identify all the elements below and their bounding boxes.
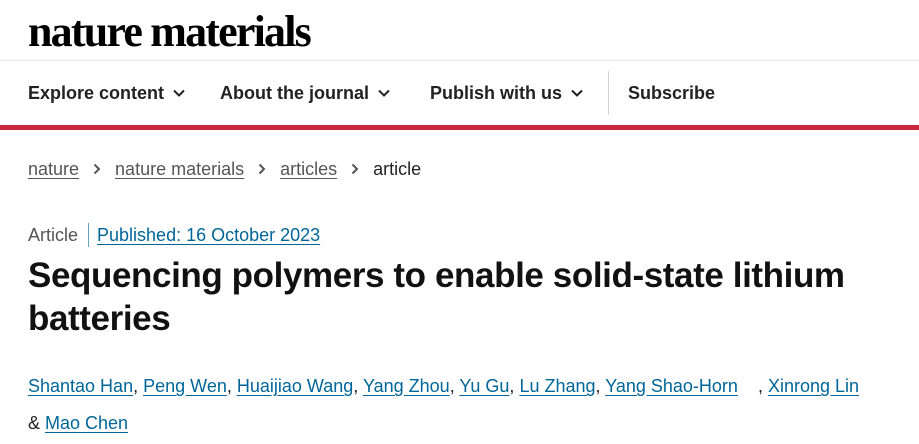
author-separator: , (353, 376, 363, 396)
author-list: Shantao Han, Peng Wen, Huaijiao Wang, Ya… (28, 368, 908, 442)
author-link[interactable]: Yu Gu (459, 376, 509, 396)
author-separator: , (226, 376, 237, 396)
nav-subscribe-label: Subscribe (628, 82, 716, 103)
journal-logo[interactable]: nature materials (28, 6, 312, 58)
article-type: Article (28, 224, 79, 245)
author-conjunction: & (28, 413, 46, 433)
breadcrumb-articles[interactable]: articles (280, 159, 337, 180)
author-link[interactable]: Mao Chen (45, 413, 128, 433)
author-separator: , (509, 376, 520, 396)
nav-publish-with-us-label: Publish with us (430, 82, 563, 103)
nav-publish-with-us[interactable]: Publish with us (430, 61, 584, 125)
article-meta: Article Published: 16 October 2023 (28, 222, 320, 248)
nav-explore-content-label: Explore content (28, 82, 165, 103)
author-link[interactable]: Xinrong Lin (768, 376, 859, 396)
meta-divider (88, 223, 90, 247)
breadcrumb-nature-materials[interactable]: nature materials (115, 159, 244, 180)
author-link[interactable]: Peng Wen (143, 376, 227, 396)
author-link[interactable]: Shantao Han (28, 376, 133, 396)
nav-about-the-journal[interactable]: About the journal (220, 61, 391, 125)
nav-subscribe[interactable]: Subscribe (628, 61, 715, 125)
author-link[interactable]: Yang Shao-Horn (605, 376, 738, 396)
article-title: Sequencing polymers to enable solid-stat… (28, 256, 845, 338)
chevron-down-icon (378, 89, 390, 97)
chevron-down-icon (571, 89, 583, 97)
nav-about-the-journal-label: About the journal (220, 82, 369, 103)
author-link[interactable]: Yang Zhou (363, 376, 450, 396)
author-link[interactable]: Huaijiao Wang (237, 376, 353, 396)
chevron-right-icon (258, 163, 266, 175)
author-separator: , (757, 376, 768, 396)
breadcrumb-nature[interactable]: nature (28, 159, 79, 180)
author-link[interactable]: Lu Zhang (519, 376, 595, 396)
main-nav: Explore content About the journal Publis… (0, 61, 919, 125)
chevron-right-icon (93, 163, 101, 175)
published-date[interactable]: Published: 16 October 2023 (97, 225, 320, 246)
breadcrumb-current: article (373, 158, 422, 179)
nav-separator (608, 71, 609, 115)
author-separator: , (595, 376, 606, 396)
breadcrumb: nature nature materials articles article (28, 157, 421, 181)
author-separator: , (133, 376, 144, 396)
nav-explore-content[interactable]: Explore content (28, 61, 186, 125)
chevron-down-icon (173, 89, 185, 97)
chevron-right-icon (351, 163, 359, 175)
author-separator: , (449, 376, 460, 396)
accent-bar (0, 125, 919, 130)
